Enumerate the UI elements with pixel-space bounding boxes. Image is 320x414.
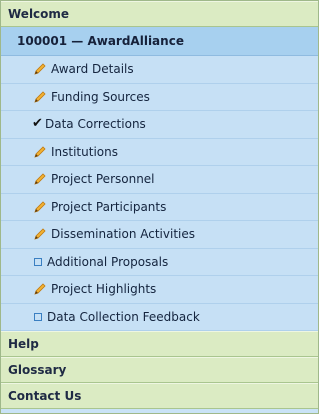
nav-item-label: Institutions: [51, 144, 118, 159]
nav-item-project-personnel[interactable]: Project Personnel: [1, 166, 318, 194]
nav-item-label: Project Participants: [51, 199, 167, 214]
pencil-icon: [33, 282, 47, 296]
pencil-icon: [33, 62, 47, 76]
nav-item-label: Additional Proposals: [47, 254, 169, 269]
nav-item-label: Dissemination Activities: [51, 227, 195, 242]
nav-item-label: Award Details: [51, 62, 134, 77]
pencil-icon: [33, 200, 47, 214]
pencil-icon: [33, 172, 47, 186]
pencil-icon: [33, 227, 47, 241]
navigation-menu: Welcome 100001 — AwardAlliance Award Det…: [0, 0, 319, 414]
nav-item-label: Data Corrections: [45, 117, 146, 132]
nav-section-glossary[interactable]: Glossary: [1, 357, 318, 383]
nav-section-help[interactable]: Help: [1, 331, 318, 357]
nav-item-label: Project Highlights: [51, 282, 157, 297]
checkmark-icon: ✔: [32, 116, 43, 132]
nav-item-label: Project Personnel: [51, 172, 155, 187]
nav-section-welcome[interactable]: Welcome: [1, 1, 318, 27]
pencil-icon: [33, 145, 47, 159]
nav-item-data-corrections[interactable]: ✔ Data Corrections: [1, 111, 318, 139]
nav-item-project-participants[interactable]: Project Participants: [1, 193, 318, 221]
nav-project-award[interactable]: 100001 — AwardAlliance: [1, 27, 318, 56]
nav-item-project-highlights[interactable]: Project Highlights: [1, 276, 318, 304]
nav-section-contact-us[interactable]: Contact Us: [1, 383, 318, 409]
nav-item-dissemination-activities[interactable]: Dissemination Activities: [1, 221, 318, 249]
nav-item-label: Funding Sources: [51, 89, 150, 104]
nav-item-institutions[interactable]: Institutions: [1, 138, 318, 166]
empty-square-icon: [34, 257, 42, 266]
pencil-icon: [33, 90, 47, 104]
empty-square-icon: [34, 312, 42, 321]
nav-item-data-collection-feedback[interactable]: Data Collection Feedback: [1, 303, 318, 331]
nav-item-funding-sources[interactable]: Funding Sources: [1, 83, 318, 111]
nav-item-label: Data Collection Feedback: [47, 309, 200, 324]
nav-item-additional-proposals[interactable]: Additional Proposals: [1, 248, 318, 276]
nav-item-award-details[interactable]: Award Details: [1, 56, 318, 84]
